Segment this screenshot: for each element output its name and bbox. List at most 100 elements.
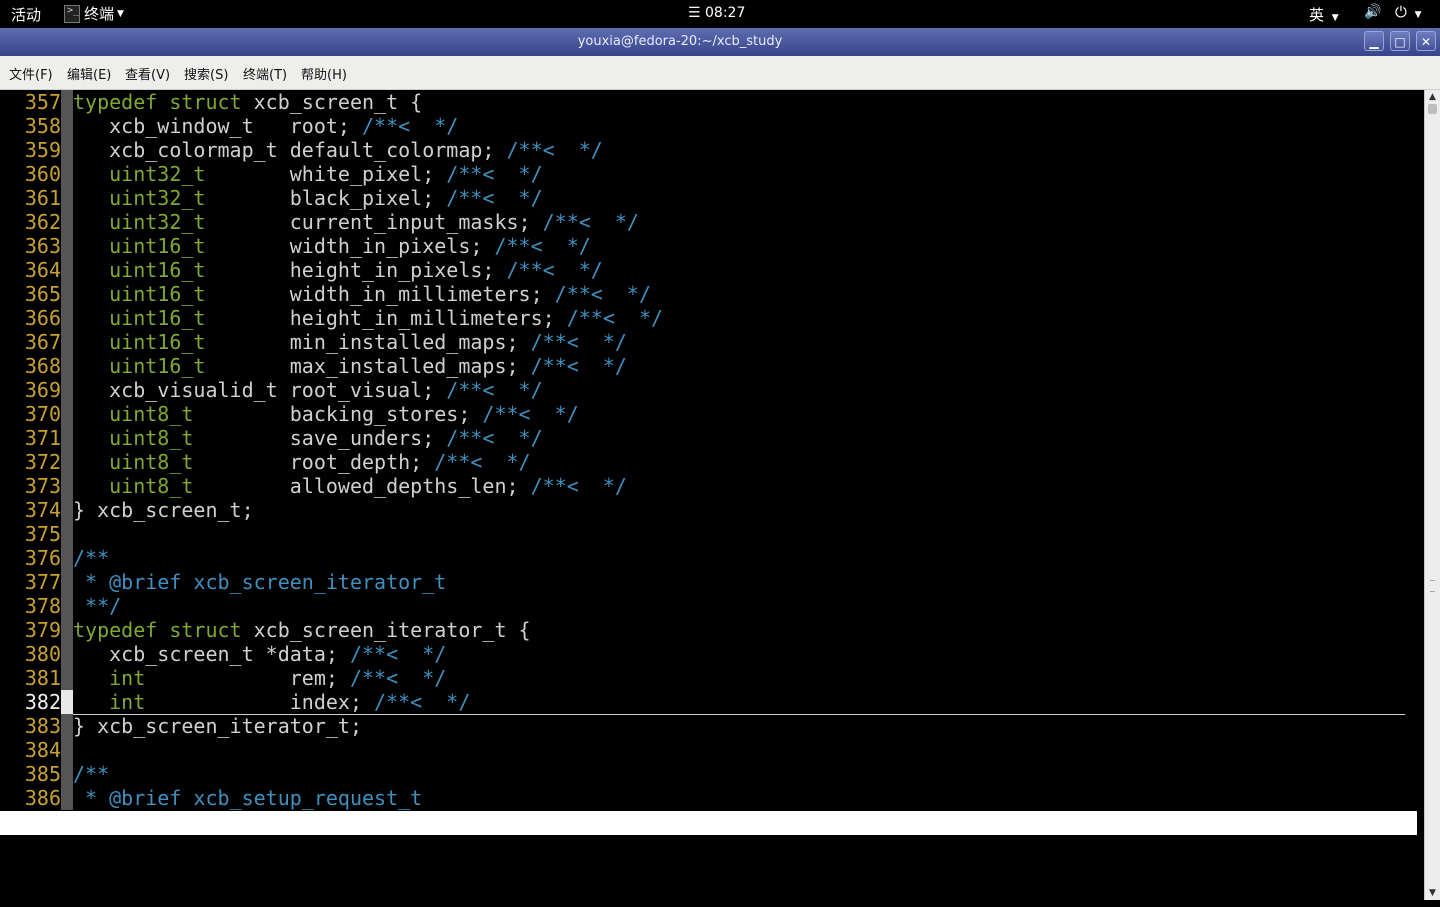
code-keyword: typedef struct [73,618,254,642]
code-comment: /**< */ [530,474,627,498]
menu-file[interactable]: 文件(F) [9,64,53,83]
menu-icon: ☰ [688,5,701,21]
scrollbar-grip [1430,580,1435,592]
chevron-down-icon: ▼ [1331,13,1339,23]
chevron-down-icon: ▼ [1414,10,1422,20]
code-text: xcb_screen_t *data; /**< */ [73,642,446,666]
code-keyword: typedef struct [73,90,254,114]
sign-column [61,234,73,258]
menu-edit[interactable]: 编辑(E) [67,64,111,83]
code-comment: * @brief xcb_screen_iterator_t [73,570,447,594]
sign-column [61,450,73,474]
code-text: } xcb_screen_iterator_t; [73,714,362,738]
sign-column [61,138,73,162]
line-number: 376 [24,546,61,570]
terminal-area[interactable]: 357 typedef struct xcb_screen_t { 358 xcb_… [0,90,1424,900]
menu-bar: 文件(F) 编辑(E) 查看(V) 搜索(S) 终端(T) 帮助(H) [0,56,1440,90]
code-text: uint32_t current_input_masks; /**< */ [73,210,639,234]
app-menu[interactable]: >_ 终端 ▼ [64,3,124,24]
sign-column [61,282,73,306]
code-line: 382 int index; /**< */ [0,690,1417,715]
line-number: 357 [24,90,61,114]
code-keyword: uint16_t [73,354,290,378]
sign-column [61,114,73,138]
sign-column [61,306,73,330]
terminal-scrollbar[interactable]: ▲ ▼ [1424,90,1440,900]
code-comment: * @brief xcb_setup_request_t [73,786,423,810]
line-number: 359 [24,138,61,162]
code-comment: /**< */ [374,690,471,714]
line-number: 381 [24,666,61,690]
code-token: xcb_screen_t { [253,90,423,114]
cursor [61,690,73,714]
maximize-icon: □ [1394,35,1406,49]
code-keyword: uint16_t [73,258,290,282]
input-method-indicator[interactable]: 英 ▼ [1309,4,1339,25]
menu-help[interactable]: 帮助(H) [301,64,347,83]
code-line: 370 uint8_t backing_stores; /**< */ [0,402,1417,426]
code-text: uint8_t root_depth; /**< */ [73,450,530,474]
minimize-button[interactable]: ▁ [1364,31,1384,51]
scroll-up-icon[interactable]: ▲ [1425,90,1440,104]
activities-button[interactable]: 活动 [11,4,41,25]
code-token: height_in_pixels; [289,258,507,282]
line-number: 363 [24,234,61,258]
code-comment: /**< */ [446,426,543,450]
line-number: 370 [24,402,61,426]
scrollbar-thumb[interactable] [1428,104,1437,114]
sign-column [61,666,73,690]
code-token: index; [289,690,375,714]
power-menu[interactable]: ⏻ ▼ [1395,3,1422,21]
code-keyword: uint32_t [73,162,290,186]
code-comment: /** [73,762,110,786]
code-line: 357 typedef struct xcb_screen_t { [0,90,1417,114]
sign-column [61,402,73,426]
window-titlebar[interactable]: youxia@fedora-20:~/xcb_study ▁ □ ✕ [0,28,1440,56]
line-number: 380 [24,642,61,666]
code-text: typedef struct xcb_screen_t { [73,90,422,114]
line-number: 384 [24,738,61,762]
code-text: uint16_t max_installed_maps; /**< */ [73,354,627,378]
sign-column [61,498,73,522]
code-line: 381 int rem; /**< */ [0,666,1417,690]
code-token: allowed_depths_len; [289,474,531,498]
scroll-down-icon[interactable]: ▼ [1425,886,1440,900]
line-number: 372 [24,450,61,474]
close-button[interactable]: ✕ [1416,31,1436,51]
code-text: typedef struct xcb_screen_iterator_t { [73,618,531,642]
code-token: } xcb_screen_iterator_t; [73,714,362,738]
line-number: 361 [24,186,61,210]
code-comment: /**< */ [446,186,543,210]
power-icon: ⏻ [1395,3,1407,21]
sign-column [61,594,73,618]
input-method-label: 英 [1309,6,1325,24]
sign-column [61,210,73,234]
code-token: current_input_masks; [289,210,543,234]
maximize-button[interactable]: □ [1390,31,1410,51]
menu-search[interactable]: 搜索(S) [184,64,228,83]
menu-terminal[interactable]: 终端(T) [243,64,287,83]
code-token: height_in_millimeters; [289,306,567,330]
code-line: 372 uint8_t root_depth; /**< */ [0,450,1417,474]
code-keyword: uint8_t [73,474,290,498]
code-comment: /**< */ [530,354,627,378]
code-comment: /**< */ [506,258,603,282]
code-text: /** [73,546,109,570]
code-token: width_in_millimeters; [289,282,555,306]
code-comment: /**< */ [566,306,664,330]
sign-column [61,738,73,762]
code-comment: /** [73,546,110,570]
line-number: 364 [24,258,61,282]
code-comment: /**< */ [349,666,447,690]
clock[interactable]: ☰ 08:27 [688,5,745,21]
code-comment: /**< */ [542,210,639,234]
code-token: min_installed_maps; [289,330,531,354]
code-text: xcb_visualid_t root_visual; /**< */ [73,378,543,402]
speaker-icon[interactable]: 🔊 [1364,4,1381,20]
code-line: 378 **/ [0,594,1417,618]
status-filename: xproto.h [只读] [2,835,175,859]
code-keyword: uint8_t [73,450,290,474]
menu-view[interactable]: 查看(V) [125,64,170,83]
code-text: int rem; /**< */ [73,666,446,690]
line-number: 358 [24,114,61,138]
